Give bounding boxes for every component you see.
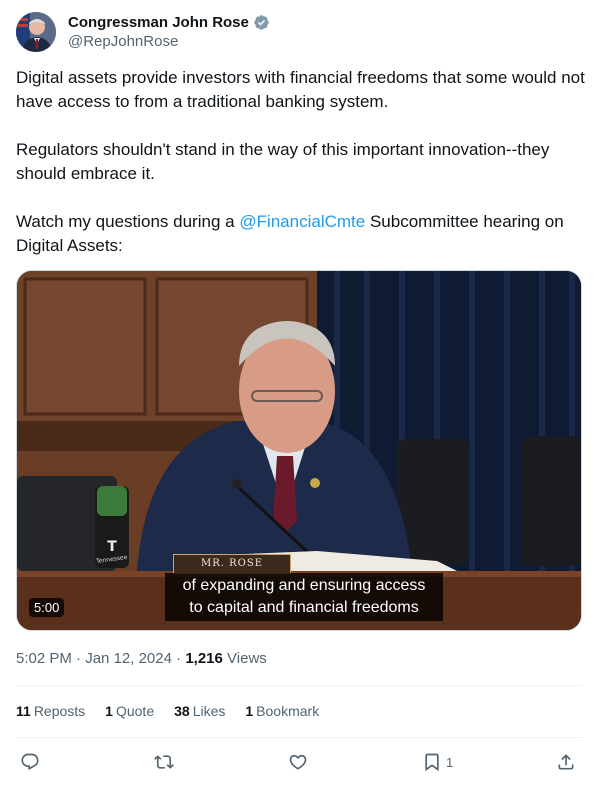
- repost-icon: [154, 755, 174, 769]
- bookmarks-count: 1: [245, 703, 254, 719]
- tweet-paragraph-1: Digital assets provide investors with fi…: [16, 68, 585, 111]
- author-name-row: Congressman John Rose: [68, 14, 270, 31]
- svg-text:T: T: [107, 539, 117, 555]
- likes-stat[interactable]: 38 Likes: [174, 703, 225, 719]
- likes-count: 38: [174, 703, 190, 719]
- avatar[interactable]: [16, 12, 56, 52]
- tweet-paragraph-2: Regulators shouldn't stand in the way of…: [16, 140, 550, 183]
- divider: [16, 685, 582, 686]
- author-handle[interactable]: @RepJohnRose: [68, 33, 178, 50]
- video-player[interactable]: Tennessee T MR. ROSE of expanding and en…: [16, 270, 582, 631]
- reply-icon: [21, 753, 39, 771]
- tweet-meta: 5:02 PM · Jan 12, 2024 · 1,216 Views: [16, 650, 267, 667]
- likes-label: Likes: [192, 703, 226, 719]
- bookmark-action-count: 1: [446, 754, 454, 770]
- views-label: Views: [227, 650, 267, 667]
- quotes-label: Quote: [115, 703, 155, 719]
- divider: [16, 737, 582, 738]
- caption-line-1: of expanding and ensuring access: [182, 577, 426, 594]
- bookmark-icon: [425, 753, 439, 772]
- engagement-stats: 11 Reposts 1 Quote 38 Likes 1 Bookmark: [16, 703, 319, 719]
- bookmarks-label: Bookmark: [256, 703, 320, 719]
- reply-button[interactable]: [20, 748, 40, 776]
- tweet-header: Congressman John Rose @RepJohnRose: [16, 12, 582, 56]
- tweet-date[interactable]: Jan 12, 2024: [85, 650, 172, 667]
- bookmark-button[interactable]: 1: [422, 748, 453, 776]
- nameplate: MR. ROSE: [173, 554, 291, 574]
- quotes-stat[interactable]: 1 Quote: [105, 703, 154, 719]
- video-duration: 5:00: [29, 598, 65, 617]
- repost-button[interactable]: [154, 748, 174, 776]
- verified-badge-icon: [253, 14, 270, 31]
- reposts-stat[interactable]: 11 Reposts: [16, 703, 85, 719]
- reposts-label: Reposts: [33, 703, 86, 719]
- like-button[interactable]: [288, 748, 308, 776]
- tweet-text: Digital assets provide investors with fi…: [16, 66, 586, 282]
- meta-separator: ·: [76, 650, 82, 667]
- bookmarks-stat[interactable]: 1 Bookmark: [245, 703, 319, 719]
- share-icon: [558, 754, 574, 770]
- action-bar: 1: [16, 748, 582, 776]
- author-name[interactable]: Congressman John Rose: [68, 14, 249, 31]
- tweet-time[interactable]: 5:02 PM: [16, 650, 72, 667]
- heart-icon: [289, 754, 307, 770]
- share-button[interactable]: [556, 748, 576, 776]
- quotes-count: 1: [105, 703, 113, 719]
- meta-separator: ·: [176, 650, 182, 667]
- caption-line-2: to capital and financial freedoms: [189, 599, 419, 616]
- views-count: 1,216: [185, 650, 223, 667]
- tweet-paragraph-3: Watch my questions during a @FinancialCm…: [16, 210, 586, 258]
- reposts-count: 11: [16, 703, 31, 719]
- video-caption: of expanding and ensuring access to capi…: [165, 573, 443, 621]
- paragraph-3-prefix: Watch my questions during a: [16, 212, 240, 231]
- mention-link[interactable]: @FinancialCmte: [239, 212, 365, 231]
